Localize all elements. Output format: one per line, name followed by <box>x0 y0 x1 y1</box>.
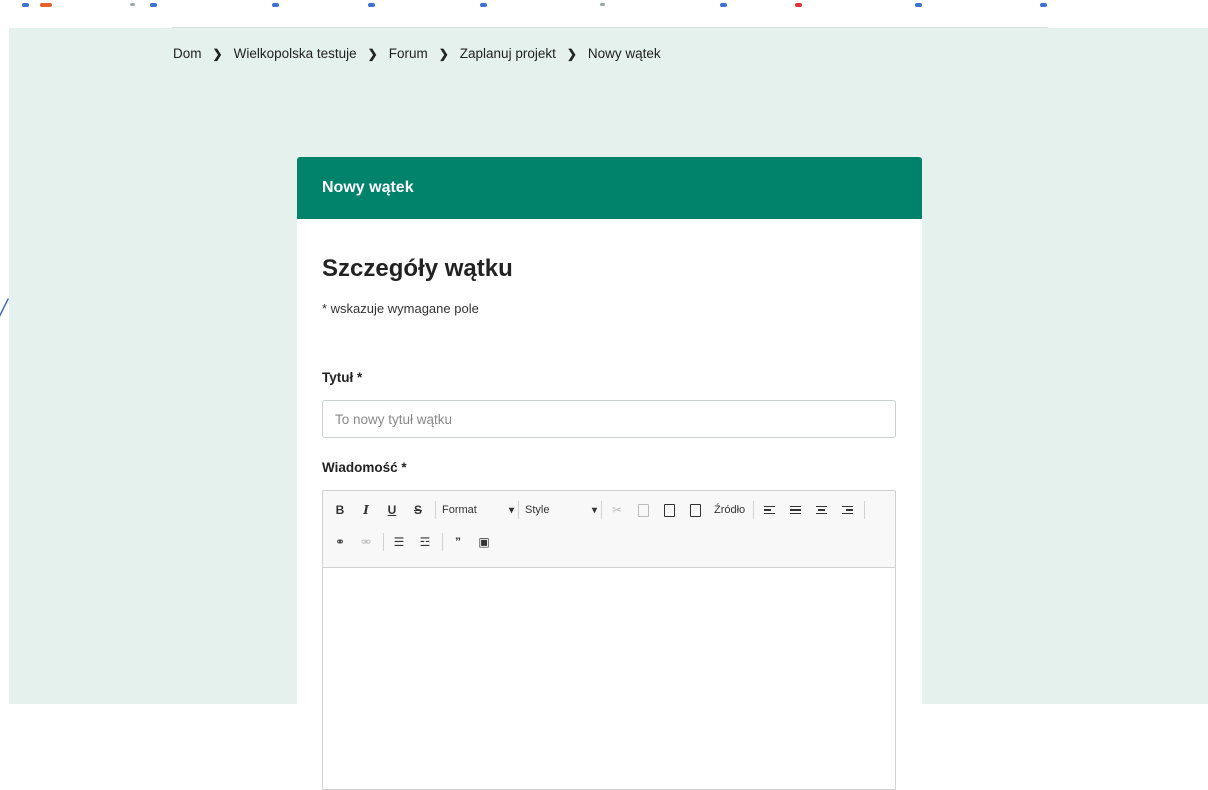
bookmark-icon[interactable] <box>1040 3 1047 7</box>
italic-button[interactable]: I <box>357 500 375 520</box>
align-right-icon[interactable] <box>838 500 856 520</box>
breadcrumb-item-forum[interactable]: Forum <box>389 46 428 61</box>
paste-text-icon[interactable] <box>686 500 704 520</box>
bookmark-icon[interactable] <box>22 3 29 7</box>
strikethrough-button[interactable]: S <box>409 500 427 520</box>
breadcrumb-item-current: Nowy wątek <box>587 46 661 61</box>
toolbar-separator <box>753 501 755 519</box>
numbered-list-icon[interactable]: ☲ <box>416 532 434 552</box>
chevron-right-icon: ❯ <box>367 46 378 61</box>
breadcrumb-item-wielkopolska-testuje[interactable]: Wielkopolska testuje <box>234 46 357 61</box>
bookmark-icon[interactable] <box>272 3 279 7</box>
toolbar-separator <box>383 533 384 551</box>
breadcrumb-item-dom[interactable]: Dom <box>173 46 202 61</box>
section-title: Szczegóły wątku <box>322 255 513 282</box>
side-scroll-glyph-icon: / <box>0 296 8 321</box>
breadcrumb: Dom ❯ Wielkopolska testuje ❯ Forum ❯ Zap… <box>173 46 661 61</box>
chevron-right-icon: ❯ <box>566 46 577 61</box>
align-center-icon[interactable] <box>812 500 830 520</box>
toolbar-separator <box>518 501 519 519</box>
cut-icon[interactable]: ✂ <box>608 500 626 520</box>
card-header-title: Nowy wątek <box>322 179 414 196</box>
bold-button[interactable]: B <box>331 500 349 520</box>
chevron-right-icon: ❯ <box>212 46 223 61</box>
align-left-icon[interactable] <box>760 500 778 520</box>
breadcrumb-item-zaplanuj-projekt[interactable]: Zaplanuj projekt <box>460 46 556 61</box>
toolbar-row-2: ⚭ ⚮ ☰ ☲ ” ▣ <box>331 529 887 555</box>
align-justify-icon[interactable] <box>786 500 804 520</box>
title-input[interactable] <box>322 400 896 438</box>
bulleted-list-icon[interactable]: ☰ <box>390 532 408 552</box>
underline-button[interactable]: U <box>383 500 401 520</box>
source-button[interactable]: Źródło <box>712 500 745 520</box>
caret-down-icon: ▾ <box>591 504 597 516</box>
bookmark-icon[interactable] <box>795 3 802 7</box>
card-header: Nowy wątek <box>297 157 922 219</box>
toolbar-separator <box>435 501 436 519</box>
toolbar-separator <box>601 501 602 519</box>
bookmark-icon[interactable] <box>130 3 135 6</box>
style-dropdown[interactable]: Style ▾ <box>525 500 597 520</box>
message-editor-area[interactable] <box>323 568 895 789</box>
paste-icon[interactable] <box>660 500 678 520</box>
editor-toolbar: B I U S Format ▾ Style ▾ ✂ Źródło ⚭ ⚮ ☰ … <box>323 491 895 568</box>
bookmark-icon[interactable] <box>150 3 157 7</box>
new-thread-card: Nowy wątek Szczegóły wątku * wskazuje wy… <box>297 157 922 790</box>
title-label: Tytuł * <box>322 370 363 385</box>
bookmark-icon[interactable] <box>368 3 375 7</box>
toolbar-row-1: B I U S Format ▾ Style ▾ ✂ Źródło <box>331 497 887 523</box>
bookmark-icon[interactable] <box>720 3 727 7</box>
browser-bookmarks-strip <box>0 0 1208 28</box>
link-icon[interactable]: ⚭ <box>331 532 349 552</box>
format-dropdown-label: Format <box>442 504 477 516</box>
unlink-icon[interactable]: ⚮ <box>357 532 375 552</box>
blockquote-icon[interactable]: ” <box>449 532 467 552</box>
chevron-right-icon: ❯ <box>438 46 449 61</box>
rich-text-editor: B I U S Format ▾ Style ▾ ✂ Źródło ⚭ ⚮ ☰ … <box>322 490 896 790</box>
bookmark-icon[interactable] <box>480 3 487 7</box>
bookmark-icon[interactable] <box>915 3 922 7</box>
message-label: Wiadomość * <box>322 460 407 475</box>
left-edge <box>0 28 9 704</box>
bookmark-icon[interactable] <box>600 3 605 6</box>
bookmark-icon[interactable] <box>40 3 52 7</box>
toolbar-separator <box>442 533 443 551</box>
source-button-label: Źródło <box>714 504 746 516</box>
caret-down-icon: ▾ <box>508 504 514 516</box>
toolbar-separator <box>864 501 866 519</box>
image-icon[interactable]: ▣ <box>475 532 493 552</box>
style-dropdown-label: Style <box>525 504 550 516</box>
format-dropdown[interactable]: Format ▾ <box>442 500 514 520</box>
required-field-note: * wskazuje wymagane pole <box>322 301 479 316</box>
copy-icon[interactable] <box>634 500 652 520</box>
